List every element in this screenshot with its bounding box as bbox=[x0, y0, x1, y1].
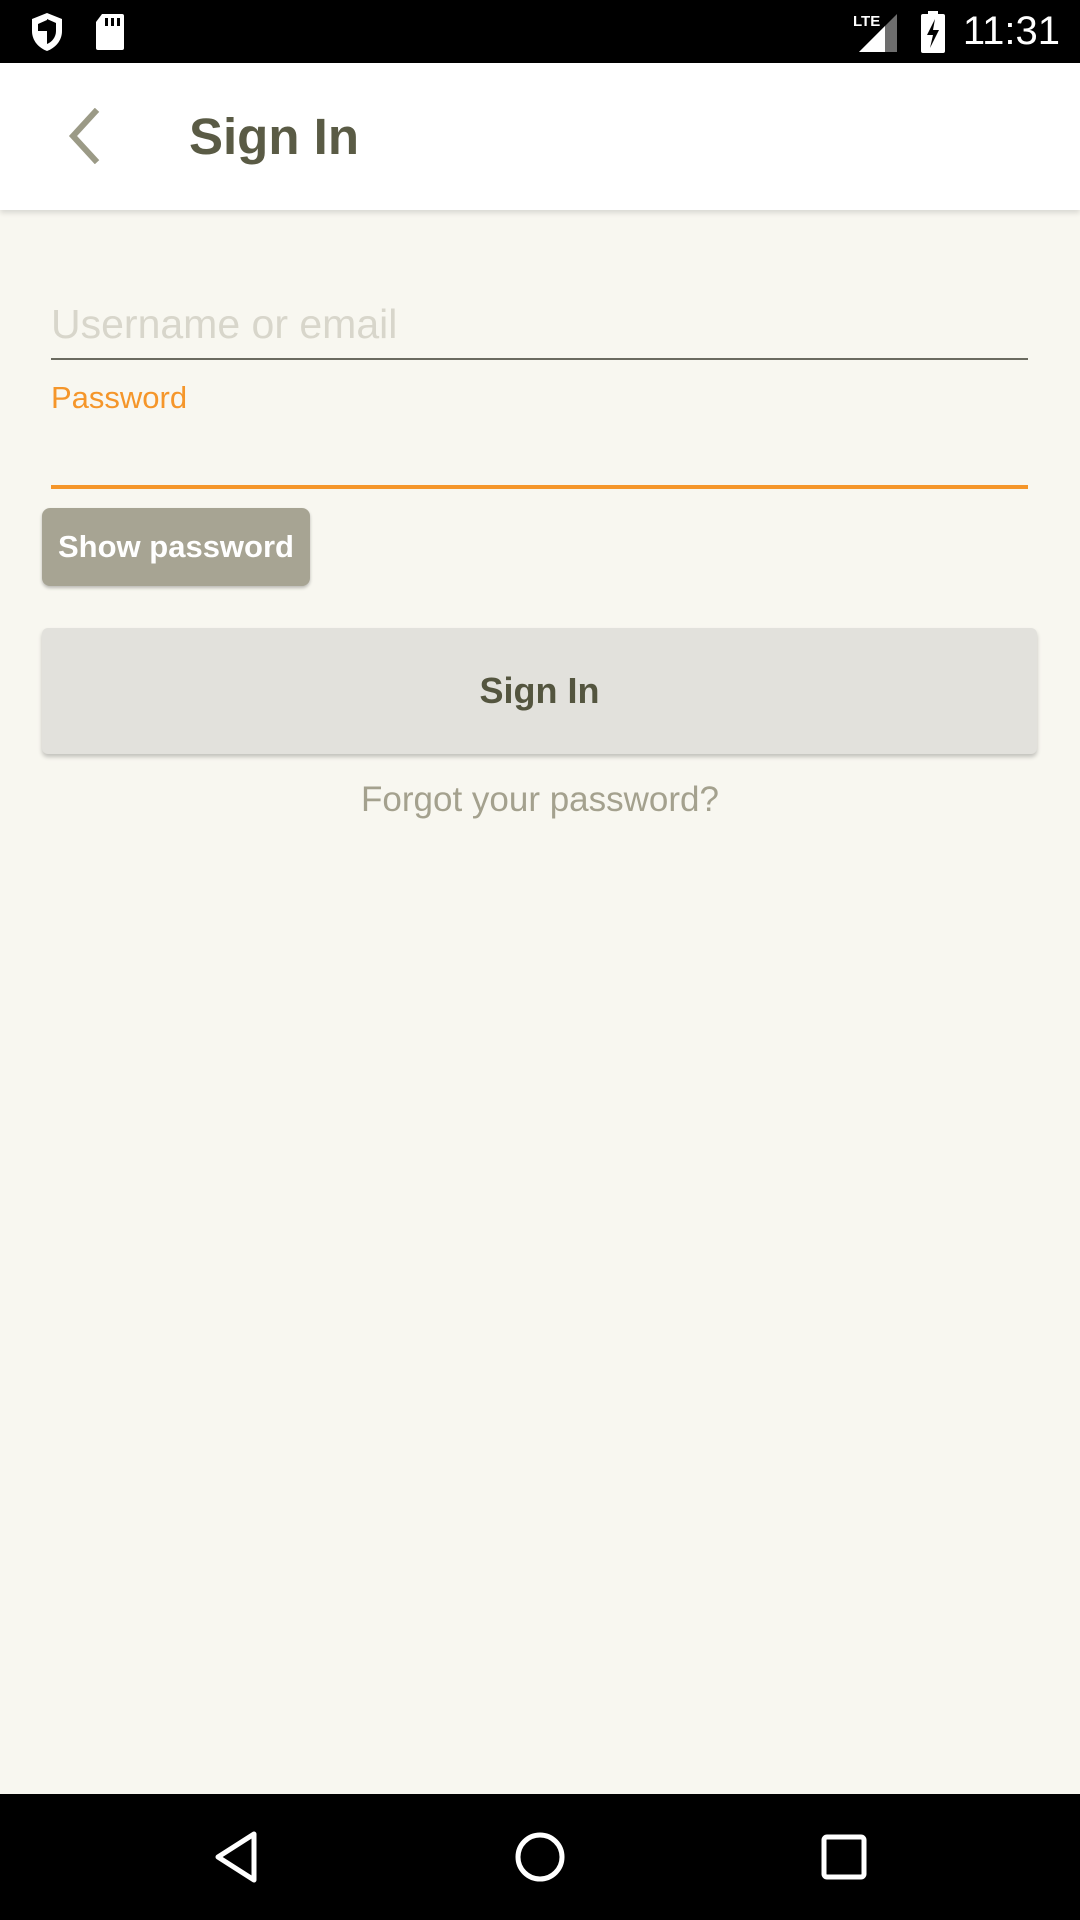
signal-icon: LTE bbox=[850, 0, 902, 63]
chevron-left-icon bbox=[68, 108, 100, 164]
nav-home-icon bbox=[515, 1832, 565, 1882]
sign-in-screen: LTE 11:31 Sign In Password bbox=[0, 0, 1080, 1920]
password-input[interactable] bbox=[51, 425, 1028, 485]
show-password-button[interactable]: Show password bbox=[42, 508, 310, 586]
battery-charging-icon bbox=[916, 0, 950, 63]
username-field[interactable] bbox=[51, 290, 1028, 360]
back-button[interactable] bbox=[30, 83, 136, 189]
password-field[interactable] bbox=[51, 425, 1028, 489]
status-bar: LTE 11:31 bbox=[0, 0, 1080, 63]
sdcard-icon bbox=[90, 0, 130, 63]
password-label: Password bbox=[51, 380, 188, 415]
page-title: Sign In bbox=[189, 108, 359, 165]
system-nav-bar bbox=[0, 1794, 1080, 1920]
nav-back-icon bbox=[215, 1831, 257, 1883]
username-input[interactable] bbox=[51, 290, 1028, 358]
shield-icon bbox=[24, 0, 70, 63]
svg-text:LTE: LTE bbox=[853, 13, 880, 30]
forgot-password-link[interactable]: Forgot your password? bbox=[0, 780, 1080, 820]
nav-home-button[interactable] bbox=[480, 1794, 600, 1920]
app-bar: Sign In bbox=[0, 63, 1080, 210]
nav-recents-button[interactable] bbox=[784, 1794, 904, 1920]
nav-recents-icon bbox=[821, 1834, 867, 1880]
sign-in-button[interactable]: Sign In bbox=[42, 628, 1037, 754]
status-clock: 11:31 bbox=[962, 9, 1060, 53]
nav-back-button[interactable] bbox=[176, 1794, 296, 1920]
